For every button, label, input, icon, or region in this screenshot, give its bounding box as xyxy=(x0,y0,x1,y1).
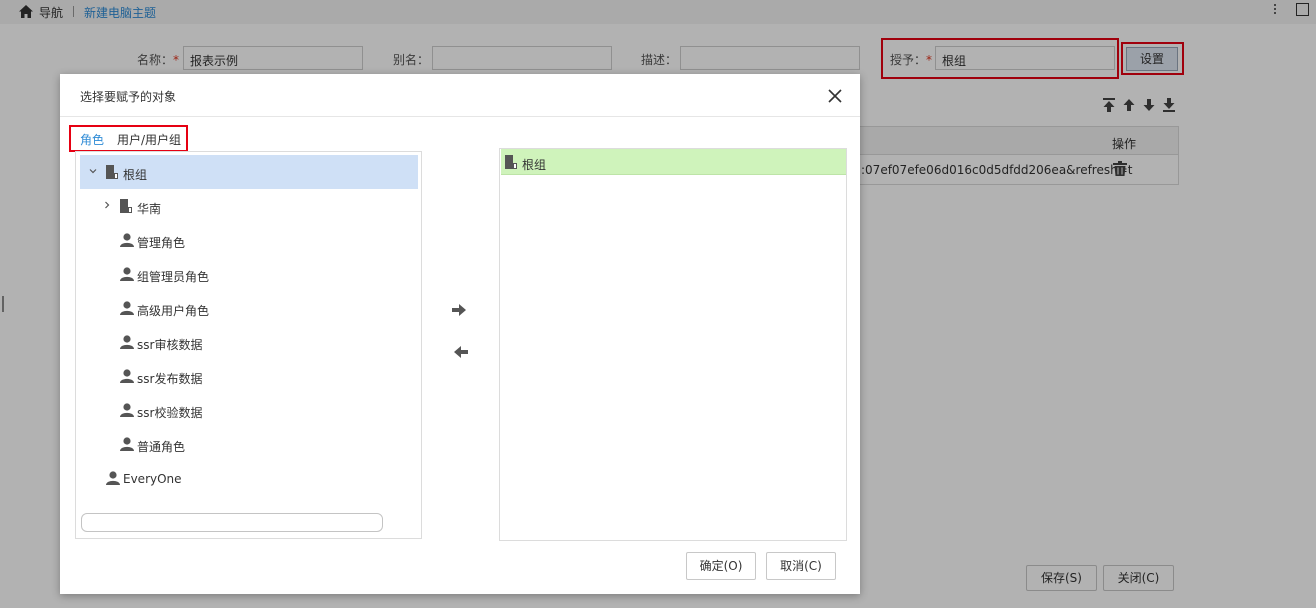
tree-item-ssr-review[interactable]: ssr审核数据 xyxy=(80,325,418,359)
tabs-highlight-box xyxy=(69,125,188,152)
tree-item-everyone[interactable]: EveryOne xyxy=(80,461,418,495)
tree-search-input[interactable] xyxy=(81,513,383,532)
tree-item-ssr-publish[interactable]: ssr发布数据 xyxy=(80,359,418,393)
ok-button[interactable]: 确定(O) xyxy=(686,552,756,580)
user-icon xyxy=(120,369,134,383)
tree-item-label: EveryOne xyxy=(123,472,182,486)
tree-item-label: 华南 xyxy=(137,202,162,216)
select-grant-target-dialog: 选择要赋予的对象 角色 用户/用户组 根组 华南 管理角色 组管理员角色 高级用… xyxy=(60,74,860,594)
chevron-right-icon[interactable] xyxy=(103,201,111,209)
tree-item-label: 普通角色 xyxy=(137,440,186,454)
selected-item-label: 根组 xyxy=(522,158,547,172)
selected-item-root-group[interactable]: 根组 xyxy=(501,149,846,175)
selected-items-panel: 根组 xyxy=(499,148,847,541)
tree-item-root-group[interactable]: 根组 xyxy=(80,155,418,189)
cancel-button[interactable]: 取消(C) xyxy=(766,552,836,580)
user-icon xyxy=(120,335,134,349)
tree-item-label: ssr发布数据 xyxy=(137,372,203,386)
user-icon xyxy=(120,437,134,451)
org-icon xyxy=(106,165,118,179)
tree-item-label: ssr校验数据 xyxy=(137,406,203,420)
candidate-tree-panel: 根组 华南 管理角色 组管理员角色 高级用户角色 ssr审核数据 ssr发布数据 xyxy=(75,151,422,539)
tree-item-label: 管理角色 xyxy=(137,236,186,250)
tree-item-label: 组管理员角色 xyxy=(137,270,210,284)
user-icon xyxy=(120,267,134,281)
tree-item-normal-role[interactable]: 普通角色 xyxy=(80,427,418,461)
tree-item-label: ssr审核数据 xyxy=(137,338,203,352)
tree-item-label: 高级用户角色 xyxy=(137,304,210,318)
dialog-title: 选择要赋予的对象 xyxy=(80,90,177,104)
arrow-left-icon[interactable] xyxy=(453,345,469,359)
dialog-header: 选择要赋予的对象 xyxy=(60,74,860,117)
org-icon xyxy=(120,199,132,213)
tree-item-group-admin-role[interactable]: 组管理员角色 xyxy=(80,257,418,291)
close-icon[interactable] xyxy=(828,89,842,103)
chevron-down-icon[interactable] xyxy=(89,167,97,175)
user-icon xyxy=(120,403,134,417)
tree-item-south-china[interactable]: 华南 xyxy=(80,189,418,223)
user-icon xyxy=(106,471,120,485)
org-icon xyxy=(505,155,517,169)
tree-item-advanced-user-role[interactable]: 高级用户角色 xyxy=(80,291,418,325)
arrow-right-icon[interactable] xyxy=(451,303,467,317)
user-icon xyxy=(120,233,134,247)
tree-item-ssr-verify[interactable]: ssr校验数据 xyxy=(80,393,418,427)
user-icon xyxy=(120,301,134,315)
tree-item-label: 根组 xyxy=(123,168,148,182)
tree-item-admin-role[interactable]: 管理角色 xyxy=(80,223,418,257)
